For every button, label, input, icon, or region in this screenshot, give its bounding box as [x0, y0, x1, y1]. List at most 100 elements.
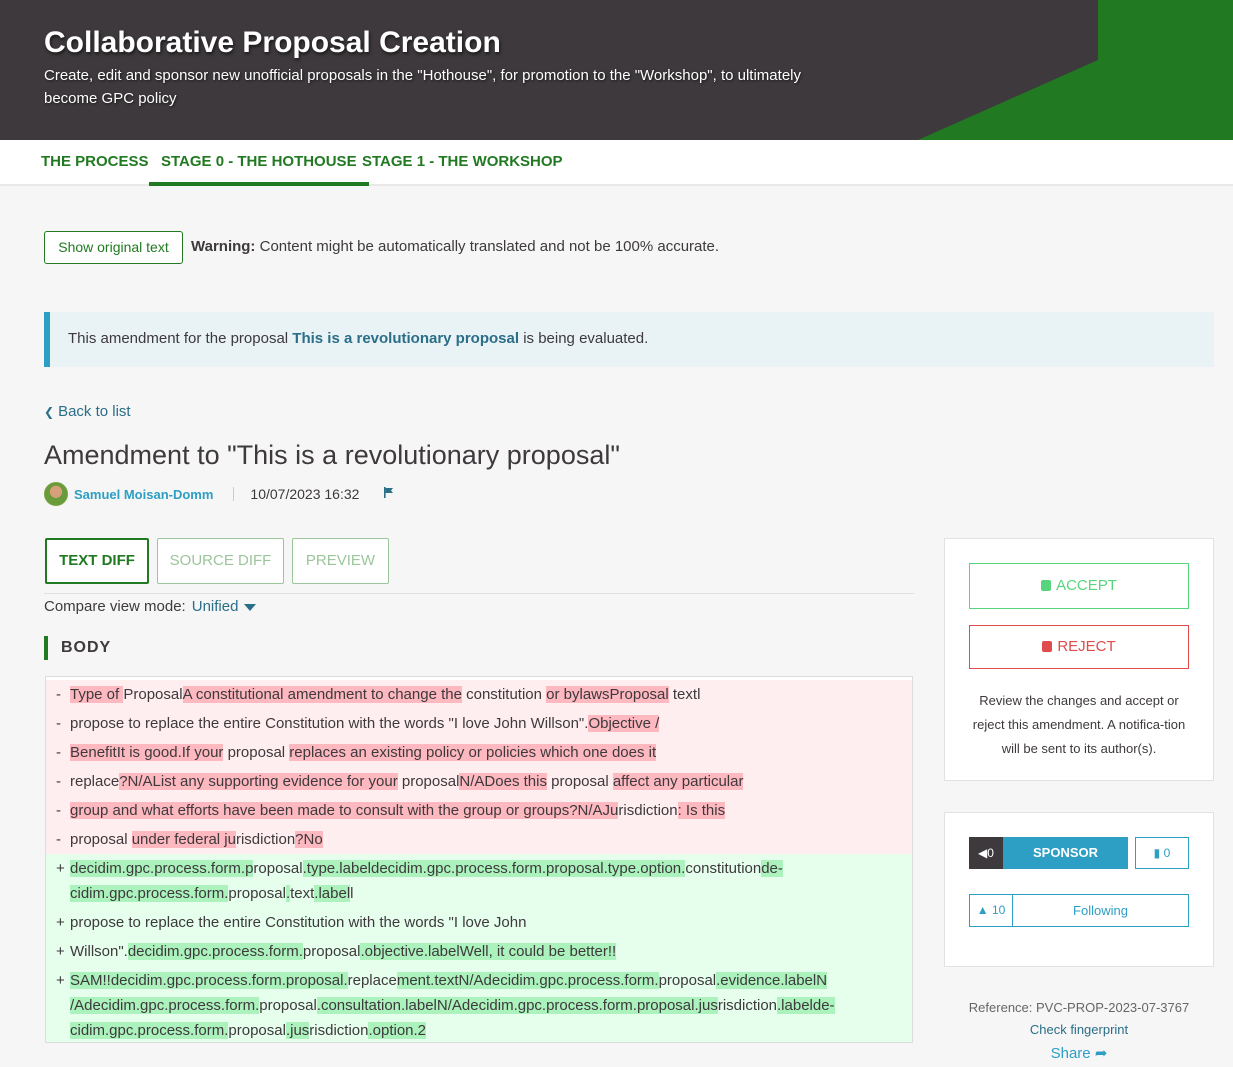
diff-row-add: + SAM!!decidim.gpc.process.form.proposal.…	[46, 966, 912, 1042]
diff-highlight: ment.textN/Adecidim.gpc.process.form.	[396, 972, 659, 989]
diff-line: SAM!!decidim.gpc.process.form.proposal.r…	[70, 968, 870, 993]
followers-count-value: 10	[991, 903, 1006, 917]
diff-line: decidim.gpc.process.form.proposal.type.l…	[70, 856, 870, 881]
diff-sign: -	[56, 802, 61, 819]
diff-row-del: - replace?N/AList any supporting evidence…	[46, 767, 912, 796]
tab-stage-0-hothouse[interactable]: Stage 0 - The Hothouse	[149, 140, 369, 186]
diff-line-text: proposal under federal jurisdiction?No	[70, 827, 870, 852]
diff-highlight: .type.labeldecidim.gpc.process.form.prop…	[302, 860, 686, 877]
warning-text: Content might be automatically translate…	[255, 238, 720, 255]
amendment-title: Amendment to "This is a revolutionary pr…	[44, 440, 620, 470]
back-to-list-link[interactable]: ❮ Back to list	[44, 403, 131, 420]
diff-line: Type of ProposalA constitutional amendme…	[70, 682, 870, 707]
diff-row-add: + propose to replace the entire Constitut…	[46, 908, 912, 937]
show-original-text-button[interactable]: Show original text	[44, 231, 183, 264]
section-heading: BODY	[44, 636, 111, 660]
comments-button[interactable]: ▮ 0	[1135, 837, 1189, 869]
text-diff-button[interactable]: Text diff	[45, 538, 149, 584]
diff-text: risdiction	[235, 831, 296, 848]
accept-button[interactable]: Accept	[969, 563, 1189, 609]
diff-highlight: under federal ju	[131, 831, 236, 848]
back-label: Back to list	[58, 403, 131, 420]
diff-highlight: cidim.gpc.process.form.	[70, 1022, 229, 1039]
follow-button[interactable]: ▲ 10 Following	[969, 894, 1189, 927]
diff-text: replace	[347, 972, 397, 989]
accept-label: Accept	[1056, 577, 1117, 594]
diff-text: proposal	[223, 744, 290, 761]
check-fingerprint-link[interactable]: Check fingerprint	[944, 1022, 1214, 1037]
diff-text: proposal	[658, 972, 717, 989]
source-diff-button[interactable]: Source diff	[157, 538, 284, 584]
diff-sign: -	[56, 715, 61, 732]
diff-highlight: Type of	[70, 686, 124, 703]
diff-text: proposal	[397, 773, 460, 790]
tab-stage-1-workshop[interactable]: Stage 1 - The Workshop	[350, 140, 575, 186]
comments-count: 0	[1163, 846, 1171, 860]
diff-sign: +	[56, 972, 65, 989]
diff-highlight: decidim.gpc.process.form.	[127, 943, 303, 960]
diff-text: Willson".	[530, 715, 589, 732]
diff-text: replace	[70, 773, 120, 790]
diff-text: proposal	[259, 997, 317, 1014]
diff-text: proposal	[546, 773, 613, 790]
follow-label: Following	[1073, 903, 1128, 918]
diff-line-text: BenefitIt is good.If your proposal repla…	[70, 740, 870, 765]
amendment-meta: Samuel Moisan-Domm 10/07/2023 16:32	[44, 481, 394, 507]
diff-text: l	[350, 885, 354, 902]
diff-highlight: .labelde-	[777, 997, 835, 1014]
diff-row-del: - Type of ProposalA constitutional amendm…	[46, 680, 912, 709]
compare-mode-select[interactable]: Unified	[192, 598, 257, 615]
evaluation-callout: This amendment for the proposal This is …	[44, 312, 1214, 367]
proposal-link[interactable]: This is a revolutionary proposal	[292, 330, 519, 347]
diff-text: text	[668, 686, 698, 703]
diff-line-text: Type of ProposalA constitutional amendme…	[70, 682, 870, 707]
diff-highlight: group and what efforts have been made to…	[70, 802, 619, 819]
diff-highlight: cidim.gpc.process.form.	[70, 885, 229, 902]
sponsor-button[interactable]: SPONSOR	[1003, 837, 1128, 869]
bell-icon: ▲	[976, 903, 989, 917]
reject-button[interactable]: Reject	[969, 625, 1189, 669]
diff-line-text: propose to replace the entire Constituti…	[70, 910, 870, 935]
diff-row-del: - propose to replace the entire Constitut…	[46, 709, 912, 738]
diff-line-text: replace?N/AList any supporting evidence …	[70, 769, 870, 794]
diff-line: proposal under federal jurisdiction?No	[70, 827, 870, 852]
diff-highlight: ?N/AList any supporting evidence for you…	[119, 773, 398, 790]
compare-view-mode: Compare view mode: Unified	[44, 598, 257, 615]
avatar[interactable]	[44, 482, 68, 506]
megaphone-icon: ◀	[978, 846, 988, 860]
share-link[interactable]: Share ➦	[944, 1044, 1214, 1062]
diff-highlight: A constitutional amendment to change the	[182, 686, 462, 703]
diff-text: proposal	[70, 831, 132, 848]
diff-row-del: - proposal under federal jurisdiction?No	[46, 825, 912, 854]
diff-text: proposal	[302, 943, 361, 960]
diff-line: group and what efforts have been made to…	[70, 798, 870, 823]
diff-highlight: affect any particular	[612, 773, 744, 790]
diff-text: proposal	[228, 885, 286, 902]
diff-row-add: + Willson".decidim.gpc.process.form.propo…	[46, 937, 912, 966]
share-label: Share	[1050, 1045, 1091, 1062]
diff-highlight: or bylaws	[546, 686, 610, 703]
diff-line: BenefitIt is good.If your proposal repla…	[70, 740, 870, 765]
author-name[interactable]: Samuel Moisan-Domm	[74, 487, 213, 502]
thumbs-down-icon	[1042, 641, 1053, 652]
diff-line: cidim.gpc.process.form.proposal.text.lab…	[70, 881, 870, 906]
diff-text: Proposal	[123, 686, 183, 703]
sponsor-count: ◀0	[969, 837, 1003, 869]
diff-text: roposal	[253, 860, 303, 877]
reference: Reference: PVC-PROP-2023-07-3767	[968, 1000, 1190, 1015]
diff-text: text	[290, 885, 315, 902]
tab-the-process[interactable]: The process	[29, 140, 161, 186]
diff-line-text: SAM!!decidim.gpc.process.form.proposal.r…	[70, 968, 870, 1042]
flag-icon[interactable]	[383, 487, 394, 501]
diff-highlight: .label	[314, 885, 351, 902]
diff-highlight: replaces an existing policy or policies …	[289, 744, 657, 761]
process-tabs: The process Stage 0 - The Hothouse Stage…	[0, 140, 1233, 186]
compare-label: Compare view mode:	[44, 598, 186, 615]
diff-line: propose to replace the entire Constituti…	[70, 910, 870, 935]
reject-label: Reject	[1057, 638, 1116, 655]
diff-line: replace?N/AList any supporting evidence …	[70, 769, 870, 794]
diff-viewer: - Type of ProposalA constitutional amendm…	[45, 676, 913, 1043]
meta-divider	[233, 487, 235, 501]
preview-button[interactable]: Preview	[292, 538, 389, 584]
callout-suffix: is being evaluated.	[519, 330, 649, 347]
